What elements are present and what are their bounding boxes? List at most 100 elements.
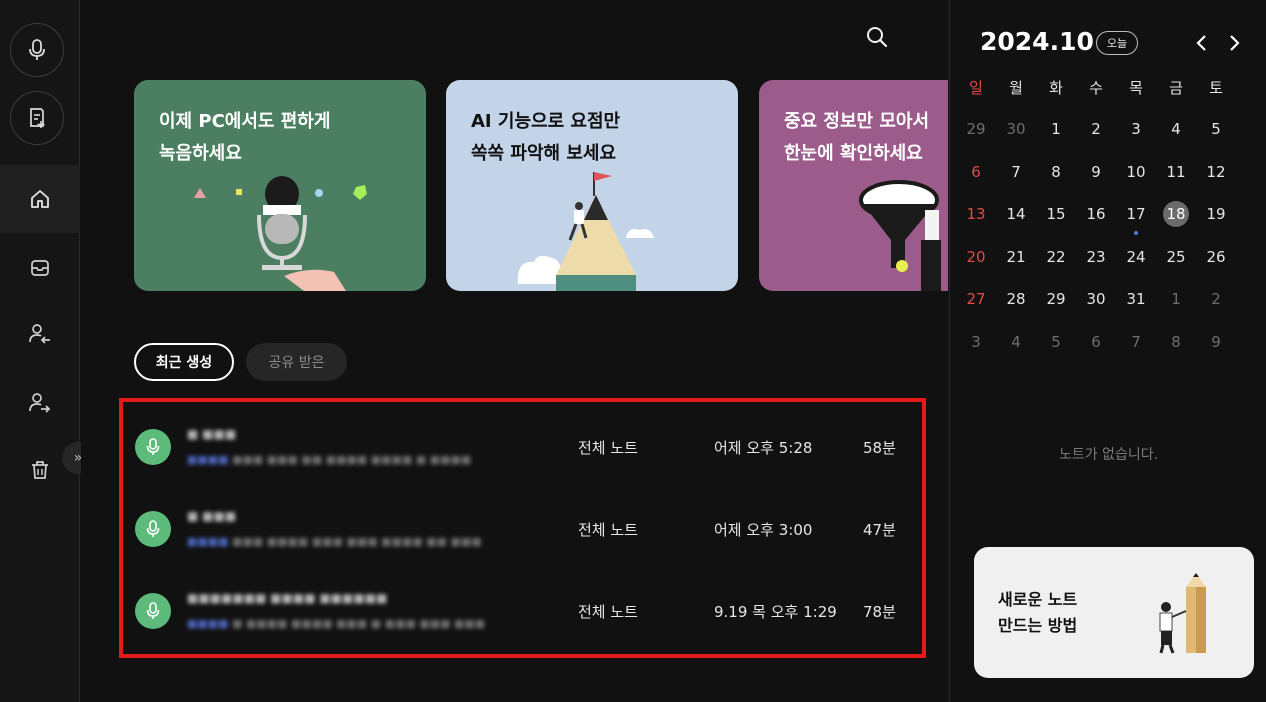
calendar-day[interactable]: 6 xyxy=(1076,329,1116,355)
microphone-icon xyxy=(135,429,171,465)
calendar-day[interactable]: 30 xyxy=(1076,286,1116,312)
calendar-day[interactable]: 29 xyxy=(1036,286,1076,312)
microphone-icon xyxy=(29,39,45,60)
microphone-icon xyxy=(135,593,171,629)
funnel-illustration xyxy=(859,180,941,291)
calendar-day[interactable]: 1 xyxy=(1036,116,1076,142)
calendar-day[interactable]: 13 xyxy=(956,201,996,227)
calendar-day[interactable]: 5 xyxy=(1036,329,1076,355)
calendar-day[interactable]: 3 xyxy=(956,329,996,355)
calendar-day[interactable]: 14 xyxy=(996,201,1036,227)
note-preview-lead: ■■■■ xyxy=(187,617,229,630)
calendar-day[interactable]: 2 xyxy=(1076,116,1116,142)
note-preview-text: ■■■ ■■■■ ■■■ ■■■ ■■■■ ■■ ■■■ xyxy=(232,535,482,548)
calendar-day[interactable]: 1 xyxy=(1156,286,1196,312)
microphone-illustration xyxy=(194,176,367,291)
calendar-day[interactable]: 4 xyxy=(996,329,1036,355)
calendar-day[interactable]: 17 xyxy=(1116,201,1156,227)
record-button[interactable] xyxy=(10,23,64,77)
banner-pc-recording[interactable]: 이제 PC에서도 편하게 녹음하세요 xyxy=(134,80,426,291)
next-month-button[interactable] xyxy=(1222,30,1246,56)
note-preview-lead: ■■■■ xyxy=(187,453,229,466)
calendar-day[interactable]: 7 xyxy=(996,159,1036,185)
weekday-label: 수 xyxy=(1089,79,1103,97)
sidebar-item-shared[interactable] xyxy=(0,369,80,437)
user-arrow-in-icon xyxy=(29,324,50,344)
list-item[interactable]: ■ ■■■ ■■■■ ■■■ ■■■■ ■■■ ■■■ ■■■■ ■■ ■■■ … xyxy=(123,487,922,569)
tab-shared[interactable]: 공유 받은 xyxy=(246,343,347,381)
chevron-right-icon xyxy=(1230,35,1240,51)
calendar-day[interactable]: 3 xyxy=(1116,116,1156,142)
chevron-left-icon xyxy=(1196,35,1206,51)
calendar-day[interactable]: 24 xyxy=(1116,244,1156,270)
home-icon xyxy=(31,190,49,208)
note-title: ■ ■■■ xyxy=(187,427,237,441)
calendar-day[interactable]: 10 xyxy=(1116,159,1156,185)
tab-recent[interactable]: 최근 생성 xyxy=(134,343,234,381)
calendar-day[interactable]: 6 xyxy=(956,159,996,185)
trash-icon xyxy=(32,461,48,479)
note-preview: ■■■■ ■■■ ■■■■ ■■■ ■■■ ■■■■ ■■ ■■■ xyxy=(187,535,482,548)
calendar-day[interactable]: 8 xyxy=(1156,329,1196,355)
user-arrow-out-icon xyxy=(29,393,51,413)
weekday-label: 금 xyxy=(1169,79,1183,97)
new-note-button[interactable] xyxy=(10,91,64,145)
calendar-day[interactable]: 9 xyxy=(1196,329,1236,355)
pencil-mountain-illustration xyxy=(517,172,654,291)
pencil-person-illustration xyxy=(1159,573,1206,654)
calendar-day[interactable]: 23 xyxy=(1076,244,1116,270)
calendar-day[interactable]: 19 xyxy=(1196,201,1236,227)
weekday-label: 화 xyxy=(1049,79,1063,97)
calendar-day[interactable]: 26 xyxy=(1196,244,1236,270)
calendar-day[interactable]: 29 xyxy=(956,116,996,142)
sidebar-item-home[interactable] xyxy=(0,165,80,233)
note-timestamp: 어제 오후 3:00 xyxy=(714,521,813,539)
calendar-day[interactable]: 25 xyxy=(1156,244,1196,270)
calendar-day[interactable]: 22 xyxy=(1036,244,1076,270)
calendar-day[interactable]: 18 xyxy=(1156,201,1196,227)
note-folder: 전체 노트 xyxy=(578,603,638,621)
search-icon xyxy=(867,27,888,48)
note-preview: ■■■■ ■■■ ■■■ ■■ ■■■■ ■■■■ ■ ■■■■ xyxy=(187,453,471,466)
calendar-day[interactable]: 30 xyxy=(996,116,1036,142)
calendar-day[interactable]: 16 xyxy=(1076,201,1116,227)
note-timestamp: 어제 오후 5:28 xyxy=(714,439,813,457)
empty-notes-message: 노트가 없습니다. xyxy=(1058,447,1159,463)
calendar-day[interactable]: 20 xyxy=(956,244,996,270)
calendar-day[interactable]: 21 xyxy=(996,244,1036,270)
list-item[interactable]: ■ ■■■ ■■■■ ■■■ ■■■ ■■ ■■■■ ■■■■ ■ ■■■■ 전… xyxy=(123,405,922,487)
calendar-day[interactable]: 5 xyxy=(1196,116,1236,142)
weekday-label: 일 xyxy=(969,79,983,97)
sidebar-item-received[interactable] xyxy=(0,300,80,368)
note-preview-text: ■■■ ■■■ ■■ ■■■■ ■■■■ ■ ■■■■ xyxy=(232,453,472,466)
note-preview-lead: ■■■■ xyxy=(187,535,229,548)
calendar-day[interactable]: 15 xyxy=(1036,201,1076,227)
left-rail xyxy=(0,0,80,702)
banner-key-info[interactable]: 중요 정보만 모아서 한눈에 확인하세요 xyxy=(759,80,948,291)
calendar-day[interactable]: 28 xyxy=(996,286,1036,312)
banner-ai-summary[interactable]: AI 기능으로 요점만 쏙쏙 파악해 보세요 xyxy=(446,80,738,291)
calendar-day[interactable]: 31 xyxy=(1116,286,1156,312)
calendar-day[interactable]: 11 xyxy=(1156,159,1196,185)
calendar-day[interactable]: 2 xyxy=(1196,286,1236,312)
prev-month-button[interactable] xyxy=(1190,30,1214,56)
calendar-day[interactable]: 7 xyxy=(1116,329,1156,355)
calendar-day[interactable]: 8 xyxy=(1036,159,1076,185)
today-button[interactable]: 오늘 xyxy=(1096,31,1138,55)
inbox-icon xyxy=(31,260,49,276)
calendar-day[interactable]: 9 xyxy=(1076,159,1116,185)
sidebar-item-inbox[interactable] xyxy=(0,234,80,302)
howto-new-note-card[interactable]: 새로운 노트 만드는 방법 xyxy=(974,547,1254,678)
weekday-label: 목 xyxy=(1129,79,1143,97)
list-item[interactable]: ■■■■■■■ ■■■■ ■■■■■■ ■■■■ ■ ■■■■ ■■■■ ■■■… xyxy=(123,569,922,651)
search-button[interactable] xyxy=(862,22,892,52)
microphone-icon xyxy=(135,511,171,547)
calendar-day[interactable]: 4 xyxy=(1156,116,1196,142)
note-folder: 전체 노트 xyxy=(578,521,638,539)
calendar-day[interactable]: 12 xyxy=(1196,159,1236,185)
calendar-day[interactable]: 27 xyxy=(956,286,996,312)
recent-notes-list: ■ ■■■ ■■■■ ■■■ ■■■ ■■ ■■■■ ■■■■ ■ ■■■■ 전… xyxy=(119,398,926,658)
note-title: ■ ■■■ xyxy=(187,509,237,523)
weekday-label: 토 xyxy=(1209,79,1223,97)
note-timestamp: 9.19 목 오후 1:29 xyxy=(714,603,837,621)
